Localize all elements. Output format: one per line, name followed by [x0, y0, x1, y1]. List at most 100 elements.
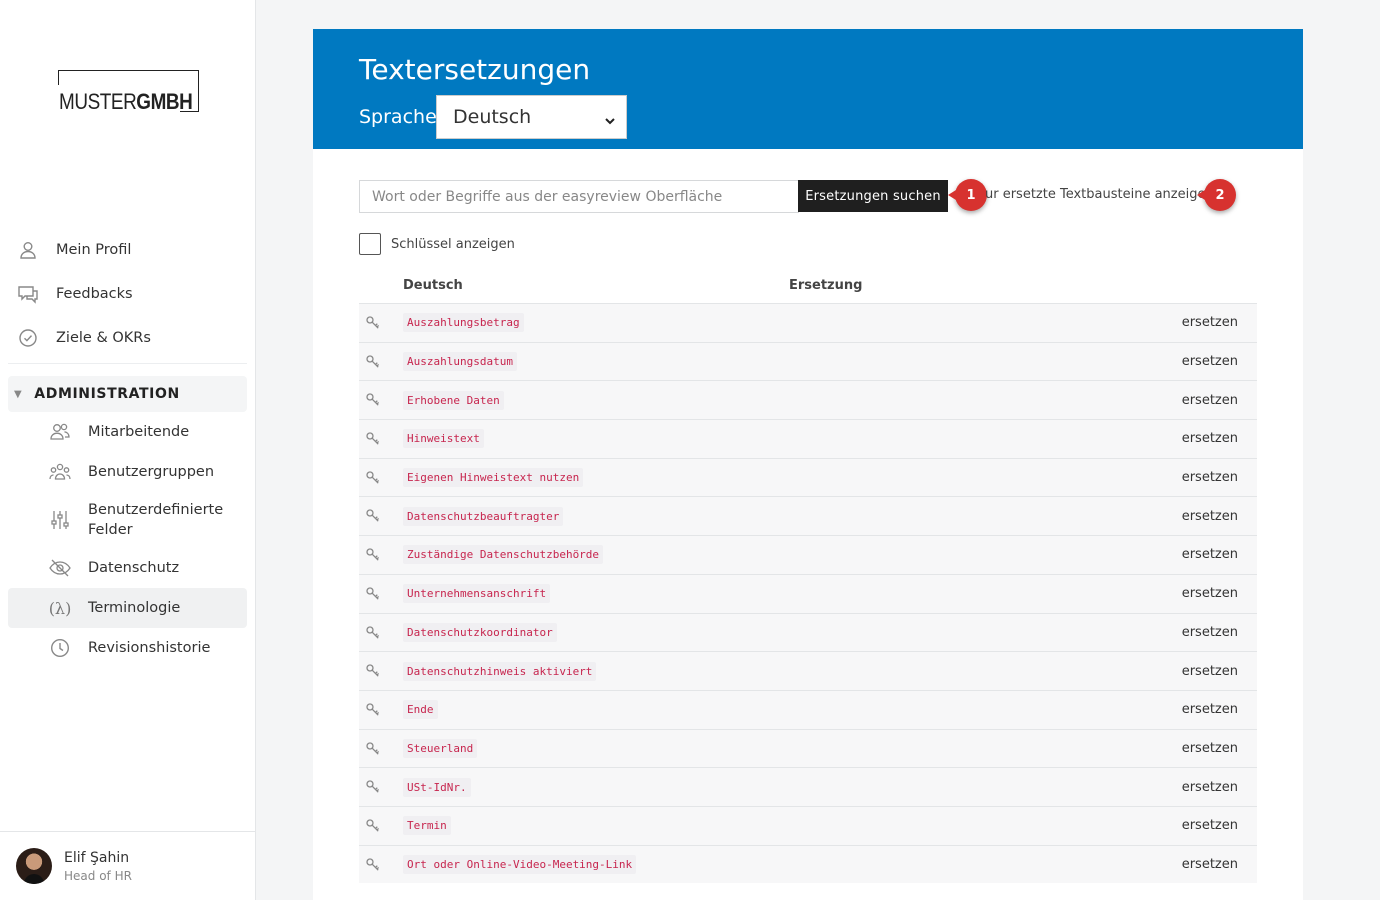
key-icon[interactable]	[365, 818, 381, 834]
source-text-code: Auszahlungsbetrag	[403, 313, 524, 333]
replace-link[interactable]: ersetzen	[1182, 393, 1238, 408]
key-icon[interactable]	[365, 470, 381, 486]
key-icon[interactable]	[365, 857, 381, 873]
key-icon[interactable]	[365, 702, 381, 718]
triangle-down-icon: ▼	[14, 388, 23, 400]
source-text-code: USt-IdNr.	[403, 777, 471, 797]
table-row: USt-IdNr. ersetzen	[359, 767, 1257, 806]
sidebar-item-ziele-okrs[interactable]: Ziele & OKRs	[8, 318, 247, 358]
user-role: Head of HR	[64, 869, 132, 883]
table-row: Zuständige Datenschutzbehörde ersetzen	[359, 535, 1257, 574]
key-icon[interactable]	[365, 354, 381, 370]
table-row: Hinweistext ersetzen	[359, 419, 1257, 458]
key-icon[interactable]	[365, 741, 381, 757]
source-text-code: Steuerland	[403, 738, 478, 758]
source-text-code: Termin	[403, 816, 451, 836]
replace-link[interactable]: ersetzen	[1182, 586, 1238, 601]
language-select[interactable]: Deutsch	[436, 95, 627, 139]
table-row: Ort oder Online-Video-Meeting-Link ersetz…	[359, 844, 1257, 884]
logo-text-light: MUSTER	[59, 89, 137, 114]
replace-link[interactable]: ersetzen	[1182, 315, 1238, 330]
table-row: Datenschutzbeauftragter ersetzen	[359, 496, 1257, 536]
annotation-marker-2: 2	[1197, 179, 1236, 211]
language-label: Sprache:	[359, 106, 444, 128]
sidebar-item-feedbacks[interactable]: Feedbacks	[8, 274, 247, 314]
show-keys-toggle[interactable]: Schlüssel anzeigen	[359, 233, 515, 255]
terminology-table: Auszahlungsbetrag ersetzen Auszahlungsdatu…	[359, 303, 1257, 884]
company-logo[interactable]: MUSTERGMBH	[58, 70, 199, 114]
table-row: Erhobene Daten ersetzen	[359, 380, 1257, 420]
replace-link[interactable]: ersetzen	[1182, 547, 1238, 562]
table-row: Auszahlungsbetrag ersetzen	[359, 303, 1257, 342]
sidebar-item-label: Benutzerdefinierte Felder	[88, 502, 224, 538]
group-icon	[48, 460, 72, 484]
source-text-code: Datenschutzkoordinator	[403, 622, 557, 642]
sidebar-item-benutzergruppen[interactable]: Benutzergruppen	[8, 452, 247, 492]
replace-link[interactable]: ersetzen	[1182, 702, 1238, 717]
sidebar-item-datenschutz[interactable]: Datenschutz	[8, 548, 247, 588]
sidebar-item-mein-profil[interactable]: Mein Profil	[8, 230, 247, 270]
key-icon[interactable]	[365, 547, 381, 563]
sliders-icon	[48, 508, 72, 532]
sidebar-item-label: Revisionshistorie	[88, 640, 211, 656]
replace-link[interactable]: ersetzen	[1182, 741, 1238, 756]
sidebar-item-label: Mitarbeitende	[88, 424, 190, 440]
replace-link[interactable]: ersetzen	[1182, 470, 1238, 485]
admin-section-header[interactable]: ▼ ADMINISTRATION	[8, 376, 247, 412]
replace-link[interactable]: ersetzen	[1182, 509, 1238, 524]
page-banner: Textersetzungen Sprache: Deutsch	[313, 29, 1303, 149]
table-row: Eigenen Hinweistext nutzen ersetzen	[359, 457, 1257, 497]
key-icon[interactable]	[365, 663, 381, 679]
replace-link[interactable]: ersetzen	[1182, 780, 1238, 795]
eye-off-icon	[48, 556, 72, 580]
key-icon[interactable]	[365, 625, 381, 641]
sidebar-item-terminologie[interactable]: (λ) Terminologie	[8, 588, 247, 628]
replace-link[interactable]: ersetzen	[1182, 625, 1238, 640]
nav-divider	[8, 363, 247, 364]
sidebar-item-label: Terminologie	[88, 600, 181, 616]
key-icon[interactable]	[365, 431, 381, 447]
search-placeholder: Wort oder Begriffe aus der easyreview Ob…	[372, 188, 723, 205]
column-header-source: Deutsch	[403, 278, 463, 293]
language-value: Deutsch	[453, 106, 532, 128]
checkbox-label: Schlüssel anzeigen	[391, 236, 515, 252]
key-icon[interactable]	[365, 779, 381, 795]
key-icon[interactable]	[365, 392, 381, 408]
replace-link[interactable]: ersetzen	[1182, 818, 1238, 833]
table-row: Datenschutzhinweis aktiviert ersetzen	[359, 651, 1257, 690]
show-keys-checkbox[interactable]	[359, 233, 381, 255]
replace-link[interactable]: ersetzen	[1182, 857, 1238, 872]
table-row: Ende ersetzen	[359, 689, 1257, 729]
page-title: Textersetzungen	[359, 53, 591, 86]
sidebar-item-revisionshistorie[interactable]: Revisionshistorie	[8, 628, 247, 668]
sidebar: MUSTERGMBH Mein Profil Feedbacks Ziele &…	[0, 0, 256, 900]
current-user[interactable]: Elif Şahin Head of HR	[0, 831, 255, 900]
user-icon	[16, 238, 40, 262]
source-text-code: Ort oder Online-Video-Meeting-Link	[403, 854, 637, 874]
source-text-code: Auszahlungsdatum	[403, 352, 517, 372]
source-text-code: Datenschutzbeauftragter	[403, 506, 564, 526]
source-text-code: Unternehmensanschrift	[403, 584, 551, 604]
sidebar-item-label: Mein Profil	[56, 242, 132, 258]
sidebar-item-label: Datenschutz	[88, 560, 180, 576]
avatar	[16, 848, 52, 884]
table-row: Datenschutzkoordinator ersetzen	[359, 612, 1257, 652]
key-icon[interactable]	[365, 586, 381, 602]
replace-link[interactable]: ersetzen	[1182, 664, 1238, 679]
source-text-code: Eigenen Hinweistext nutzen	[403, 468, 584, 488]
table-row: Unternehmensanschrift ersetzen	[359, 573, 1257, 613]
table-row: Termin ersetzen	[359, 805, 1257, 845]
replace-link[interactable]: ersetzen	[1182, 354, 1238, 369]
source-text-code: Zuständige Datenschutzbehörde	[403, 545, 604, 565]
people-icon	[48, 420, 72, 444]
search-input[interactable]: Wort oder Begriffe aus der easyreview Ob…	[359, 180, 799, 213]
key-icon[interactable]	[365, 508, 381, 524]
sidebar-item-mitarbeitende[interactable]: Mitarbeitende	[8, 412, 247, 452]
search-button[interactable]: Ersetzungen suchen	[798, 180, 948, 212]
clock-icon	[48, 636, 72, 660]
show-replaced-only-link[interactable]: ur ersetzte Textbausteine anzeigen	[985, 187, 1214, 202]
sidebar-item-benutzerdefinierte-felder[interactable]: Benutzerdefinierte Felder	[8, 496, 247, 544]
chat-icon	[16, 282, 40, 306]
replace-link[interactable]: ersetzen	[1182, 431, 1238, 446]
key-icon[interactable]	[365, 315, 381, 331]
